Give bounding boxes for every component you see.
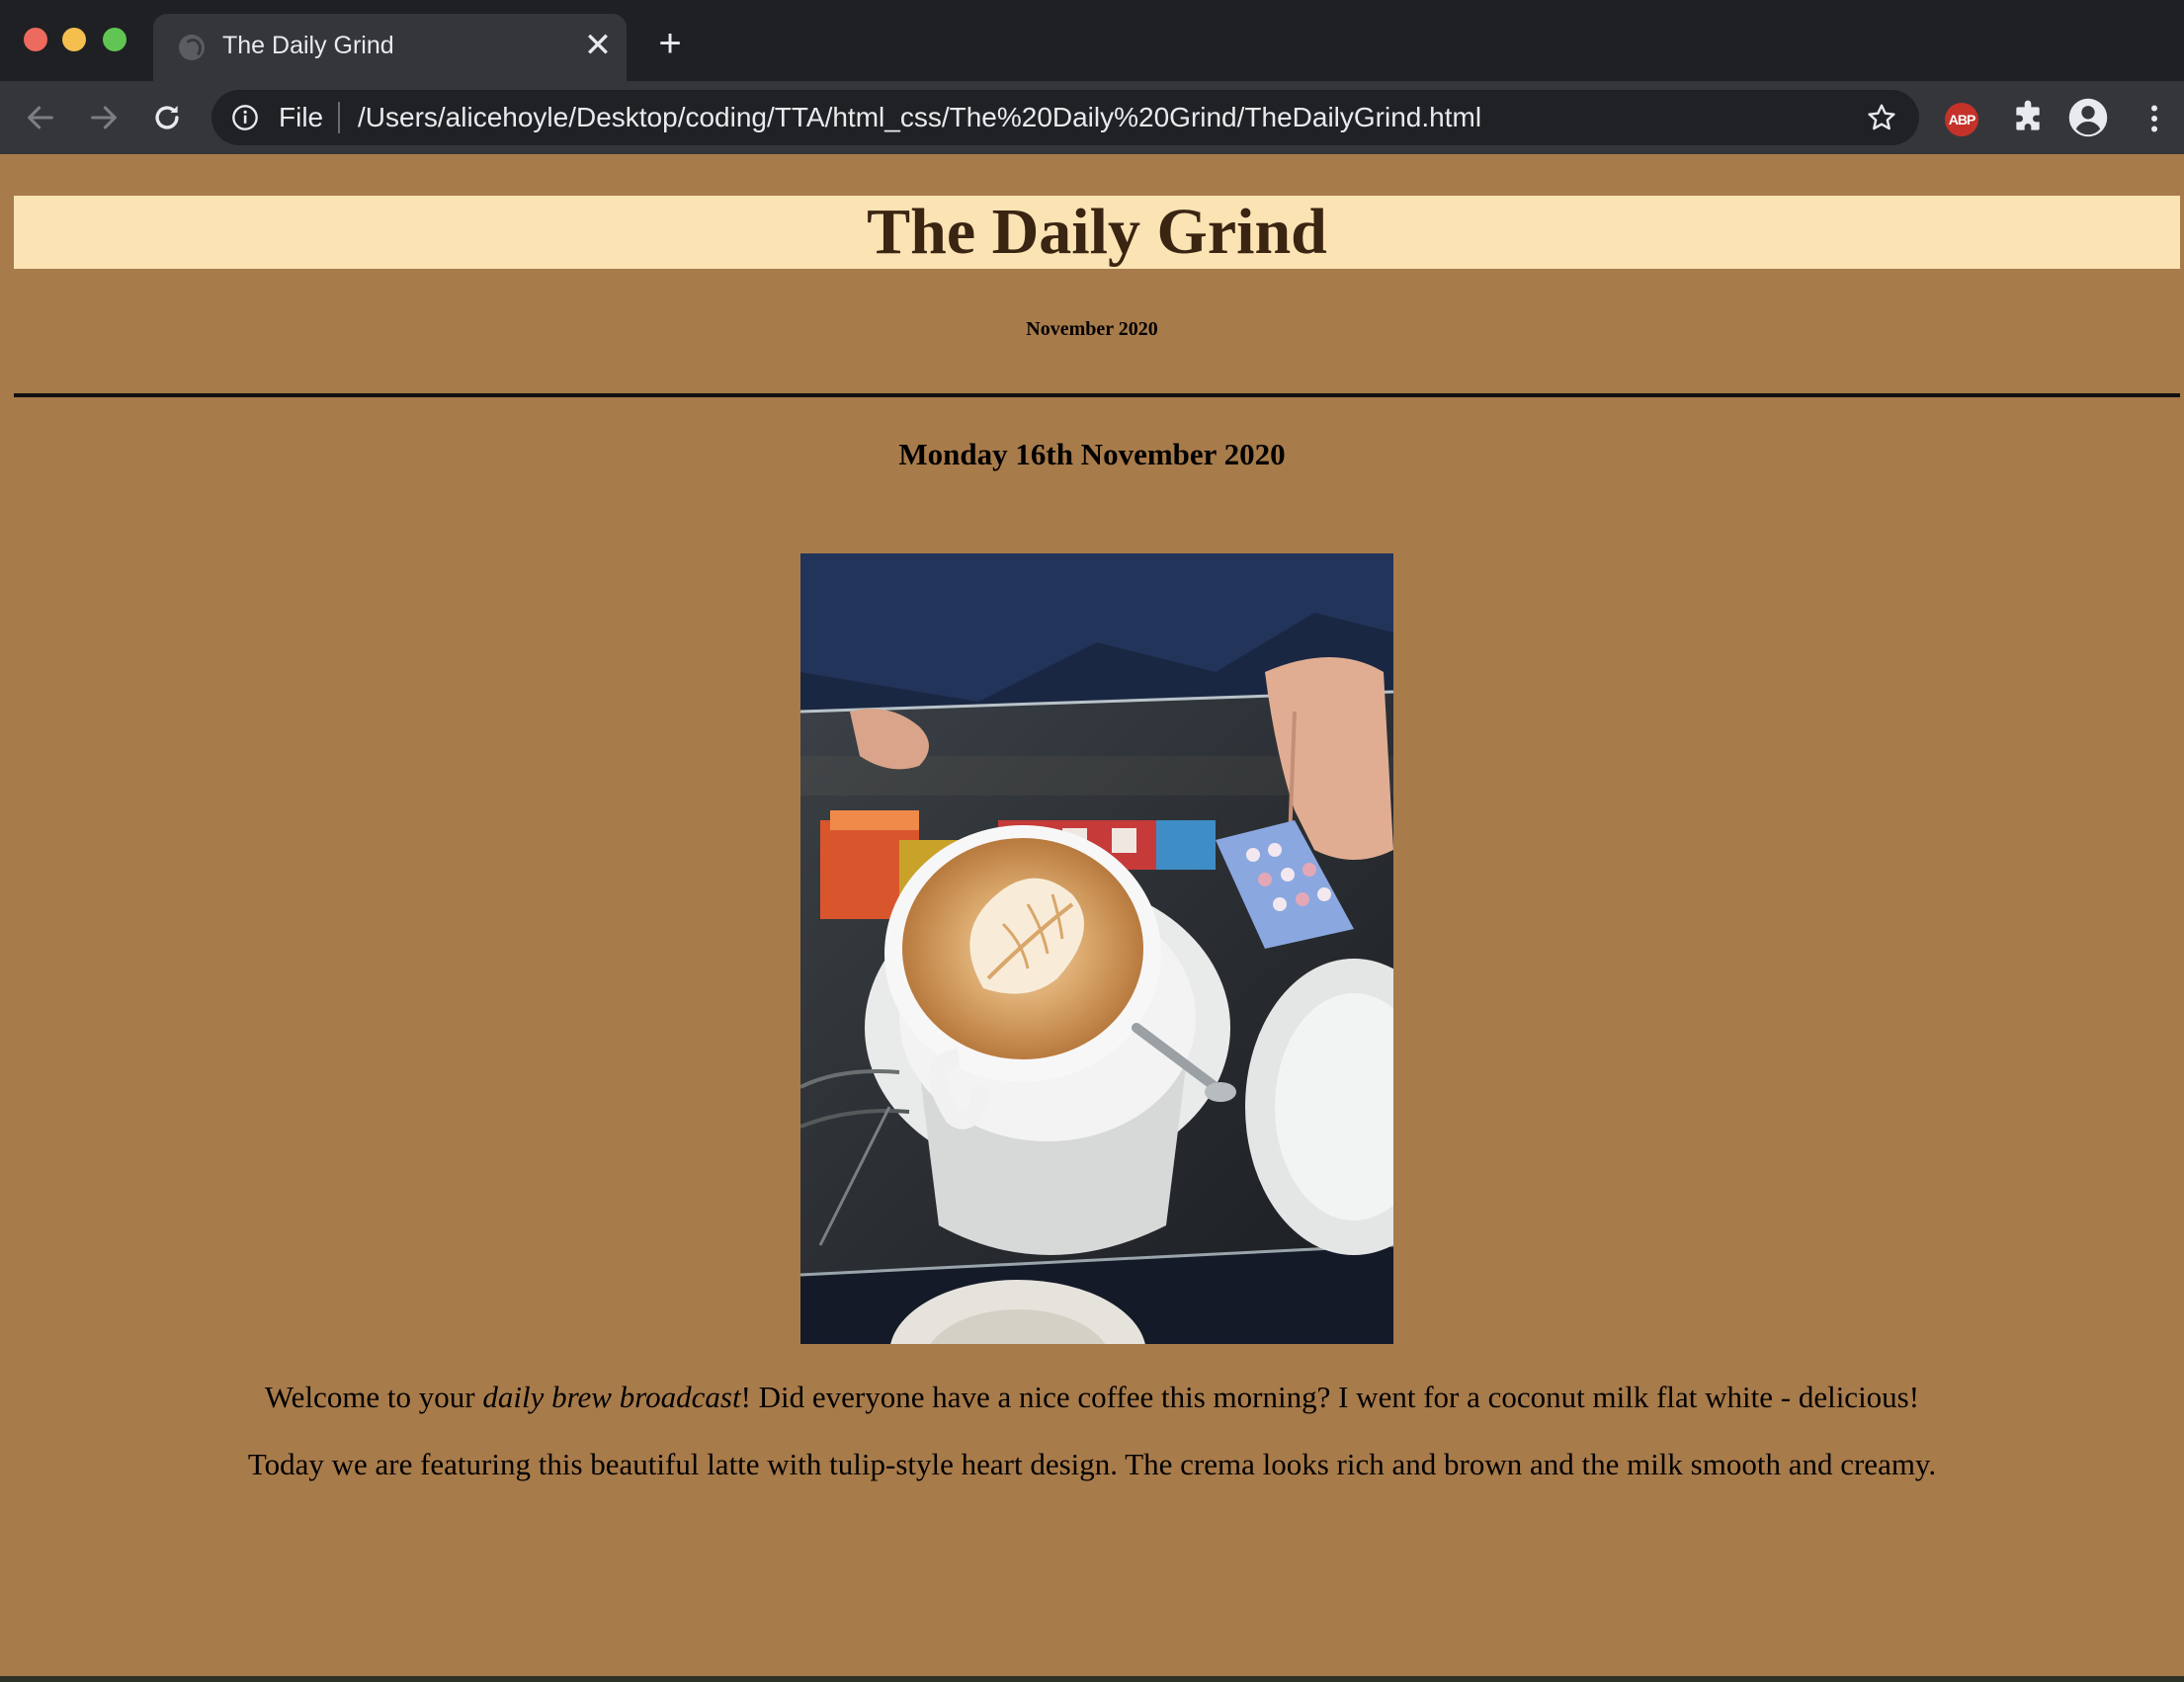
reload-button[interactable] — [140, 91, 194, 144]
back-button[interactable] — [14, 91, 67, 144]
browser-toolbar: File /Users/alicehoyle/Desktop/coding/TT… — [0, 81, 2184, 156]
back-icon — [28, 106, 53, 129]
star-icon[interactable] — [1866, 102, 1897, 133]
info-icon[interactable] — [231, 104, 259, 131]
intro-paragraph: Welcome to your daily brew broadcast! Di… — [0, 1380, 2184, 1415]
address-scheme-label: File — [279, 102, 324, 132]
kebab-menu-icon[interactable] — [2137, 99, 2172, 138]
profile-icon[interactable] — [2067, 97, 2109, 138]
forward-button[interactable] — [77, 91, 130, 144]
browser-titlebar: The Daily Grind ✕ + — [0, 0, 2184, 81]
post-date-heading: Monday 16th November 2020 — [898, 437, 1286, 471]
tab-close-icon[interactable]: ✕ — [578, 26, 618, 65]
zoom-window-button[interactable] — [103, 28, 126, 51]
window-bottom-edge — [0, 1676, 2184, 1682]
browser-tab[interactable]: The Daily Grind ✕ — [153, 14, 627, 81]
reload-icon — [155, 105, 179, 129]
page-title: The Daily Grind — [867, 196, 1327, 268]
intro-emphasis: daily brew broadcast — [482, 1380, 741, 1414]
forward-icon — [91, 106, 117, 129]
feature-paragraph: Today we are featuring this beautiful la… — [247, 1447, 1937, 1481]
page-content: The Daily Grind November 2020 Monday 16t… — [0, 154, 2184, 1676]
address-bar[interactable]: File /Users/alicehoyle/Desktop/coding/TT… — [211, 90, 1919, 145]
horizontal-rule — [14, 393, 2180, 397]
intro-text-start: Welcome to your — [264, 1380, 483, 1414]
address-divider — [338, 102, 340, 133]
latte-photo — [800, 553, 1393, 1344]
minimize-window-button[interactable] — [62, 28, 86, 51]
intro-text-end: ! Did everyone have a nice coffee this m… — [740, 1380, 1920, 1414]
adblock-extension-icon[interactable]: ABP — [1945, 103, 1978, 136]
close-window-button[interactable] — [24, 28, 47, 51]
address-url[interactable]: /Users/alicehoyle/Desktop/coding/TTA/htm… — [358, 102, 1481, 133]
tab-title: The Daily Grind — [222, 32, 394, 59]
new-tab-button[interactable]: + — [648, 22, 692, 65]
masthead-banner: The Daily Grind — [14, 196, 2180, 269]
globe-icon — [179, 35, 205, 60]
issue-date: November 2020 — [1026, 318, 1158, 340]
puzzle-icon[interactable] — [2008, 99, 2048, 138]
